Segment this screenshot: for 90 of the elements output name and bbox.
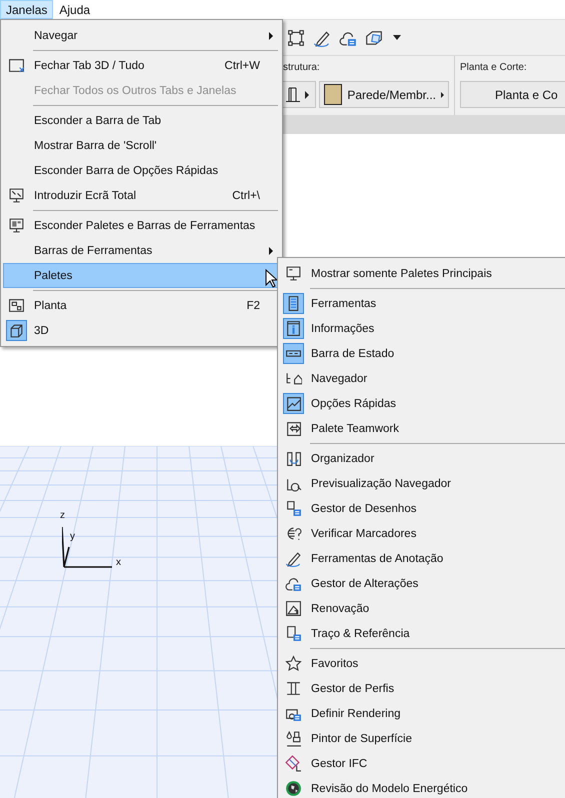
toolbar-button[interactable]: Planta e Co xyxy=(460,81,565,108)
menu-item[interactable]: Organizador xyxy=(280,446,565,471)
menu-item-label: Ferramentas xyxy=(311,298,376,310)
menu-item-label: Mostrar somente Paletes Principais xyxy=(311,268,492,280)
menu-item-label: Favoritos xyxy=(311,658,358,670)
menu-item-label: 3D xyxy=(34,324,49,336)
menu-item-label: Gestor de Desenhos xyxy=(311,502,416,514)
wall-button[interactable] xyxy=(281,81,316,108)
shortcut-label: F2 xyxy=(246,300,260,312)
menu-item[interactable]: Ferramentas de Anotação xyxy=(280,546,565,571)
shortcut-label: Ctrl+\ xyxy=(232,190,260,202)
axis-label: y xyxy=(70,532,75,542)
menu-item-label: Barras de Ferramentas xyxy=(34,244,152,256)
submenu-arrow-icon xyxy=(269,246,273,254)
menu-item-label: Navegar xyxy=(34,30,78,42)
menu-item[interactable]: Pintor de Superfície xyxy=(280,726,565,751)
menu-item-label: Gestor de Alterações xyxy=(311,578,418,590)
menu-item-label: Gestor de Perfis xyxy=(311,682,394,694)
caret-icon[interactable] xyxy=(393,35,401,40)
menu-item-label: Traço & Referência xyxy=(311,628,410,640)
menu-item[interactable]: Gestor de Perfis xyxy=(280,676,565,701)
shortcut-label: Ctrl+W xyxy=(224,60,260,72)
menu-item[interactable]: Gestor de Desenhos xyxy=(280,496,565,521)
menu-item-label: Definir Rendering xyxy=(311,708,400,720)
menu-item[interactable]: Mostrar Barra de 'Scroll' xyxy=(3,133,280,158)
menu-item[interactable]: 3D xyxy=(3,318,280,343)
menu-bar-item[interactable]: Ajuda xyxy=(53,0,96,19)
menu-item[interactable]: Navegar xyxy=(3,23,280,48)
menu-item[interactable]: Traço & Referência xyxy=(280,621,565,646)
menu-item-label: Ferramentas de Anotação xyxy=(311,552,444,564)
swatch-icon xyxy=(324,84,342,105)
menu-item[interactable]: Esconder Barra de Opções Rápidas xyxy=(3,158,280,183)
menu-item[interactable]: Introduzir Ecrã Total Ctrl+\ xyxy=(3,183,280,208)
menu-item-label: Pintor de Superfície xyxy=(311,732,412,744)
selection-icon[interactable] xyxy=(287,28,305,46)
material-button[interactable]: Parede/Membr... xyxy=(319,81,449,108)
menu-item-label: Navegador xyxy=(311,372,368,384)
menu-item-label: Verificar Marcadores xyxy=(311,528,416,540)
menu-item[interactable]: Esconder Paletes e Barras de Ferramentas xyxy=(3,213,280,238)
menu-item-label: Renovação xyxy=(311,602,370,614)
wall-icon xyxy=(286,86,300,102)
menu-item-label: Introduzir Ecrã Total xyxy=(34,190,136,202)
menu-item[interactable]: Mostrar somente Paletes Principais xyxy=(280,261,565,286)
menu-item-label: Esconder Barra de Opções Rápidas xyxy=(34,164,218,176)
menu-item[interactable]: Verificar Marcadores xyxy=(280,521,565,546)
section-label: strutura: xyxy=(283,62,321,73)
menu-item-label: Informações xyxy=(311,322,374,334)
menu-item[interactable]: Favoritos xyxy=(280,651,565,676)
menu-bar-item[interactable]: Janelas xyxy=(0,0,54,19)
menu-item[interactable]: Informações xyxy=(280,316,565,341)
section-label: Planta e Corte: xyxy=(460,62,528,73)
submenu-arrow-icon xyxy=(269,32,273,40)
layers-icon[interactable] xyxy=(365,28,383,46)
menu-item[interactable]: Renovação xyxy=(280,596,565,621)
menu-item-label: Fechar Todos os Outros Tabs e Janelas xyxy=(34,84,236,96)
menu-item-label: Esconder Paletes e Barras de Ferramentas xyxy=(34,220,256,232)
menu-item-label: Revisão do Modelo Energético xyxy=(311,782,468,794)
axes-drawing xyxy=(62,525,112,569)
menu-item-label: Mostrar Barra de 'Scroll' xyxy=(34,140,157,152)
menu-item[interactable]: Ferramentas xyxy=(280,291,565,316)
menu-item[interactable]: Gestor IFC xyxy=(280,751,565,776)
menu-item-label: Gestor IFC xyxy=(311,758,368,770)
menu-item-label: Esconder a Barra de Tab xyxy=(34,114,162,126)
axis-label: x xyxy=(116,558,121,568)
arrow-icon xyxy=(441,90,444,98)
menu-item[interactable]: Gestor de Alterações xyxy=(280,571,565,596)
menu-item[interactable]: Paletes xyxy=(3,263,280,288)
menu-item-label: Fechar Tab 3D / Tudo xyxy=(34,60,144,72)
menu-item-label: Planta xyxy=(34,300,67,312)
arrow-icon xyxy=(305,90,309,98)
menu-item[interactable]: Revisão do Modelo Energético xyxy=(280,776,565,798)
menu-item[interactable]: Navegador xyxy=(280,366,565,391)
menu-item[interactable]: Opções Rápidas xyxy=(280,391,565,416)
menu-item[interactable]: Barra de Estado xyxy=(280,341,565,366)
menu-item[interactable]: Definir Rendering xyxy=(280,701,565,726)
menu-item-label: Opções Rápidas xyxy=(311,398,396,410)
mouse-pointer-icon xyxy=(265,269,277,288)
menu-item-label: Palete Teamwork xyxy=(311,422,399,434)
button-label: Parede/Membr... xyxy=(347,88,436,102)
menu-item-label: Organizador xyxy=(311,452,374,464)
menu-item[interactable]: Previsualização Navegador xyxy=(280,471,565,496)
menu-item[interactable]: Planta F2 xyxy=(3,293,280,318)
menu-item[interactable]: Barras de Ferramentas xyxy=(3,238,280,263)
menu-item-label: Barra de Estado xyxy=(311,348,394,360)
axis-label: z xyxy=(60,511,65,521)
menu-item-label: Paletes xyxy=(34,270,72,282)
menu-item[interactable]: Fechar Tab 3D / Tudo Ctrl+W xyxy=(3,53,280,78)
menu-item-label: Previsualização Navegador xyxy=(311,478,451,490)
menu-item[interactable]: Palete Teamwork xyxy=(280,416,565,441)
menu-item[interactable]: Esconder a Barra de Tab xyxy=(3,108,280,133)
